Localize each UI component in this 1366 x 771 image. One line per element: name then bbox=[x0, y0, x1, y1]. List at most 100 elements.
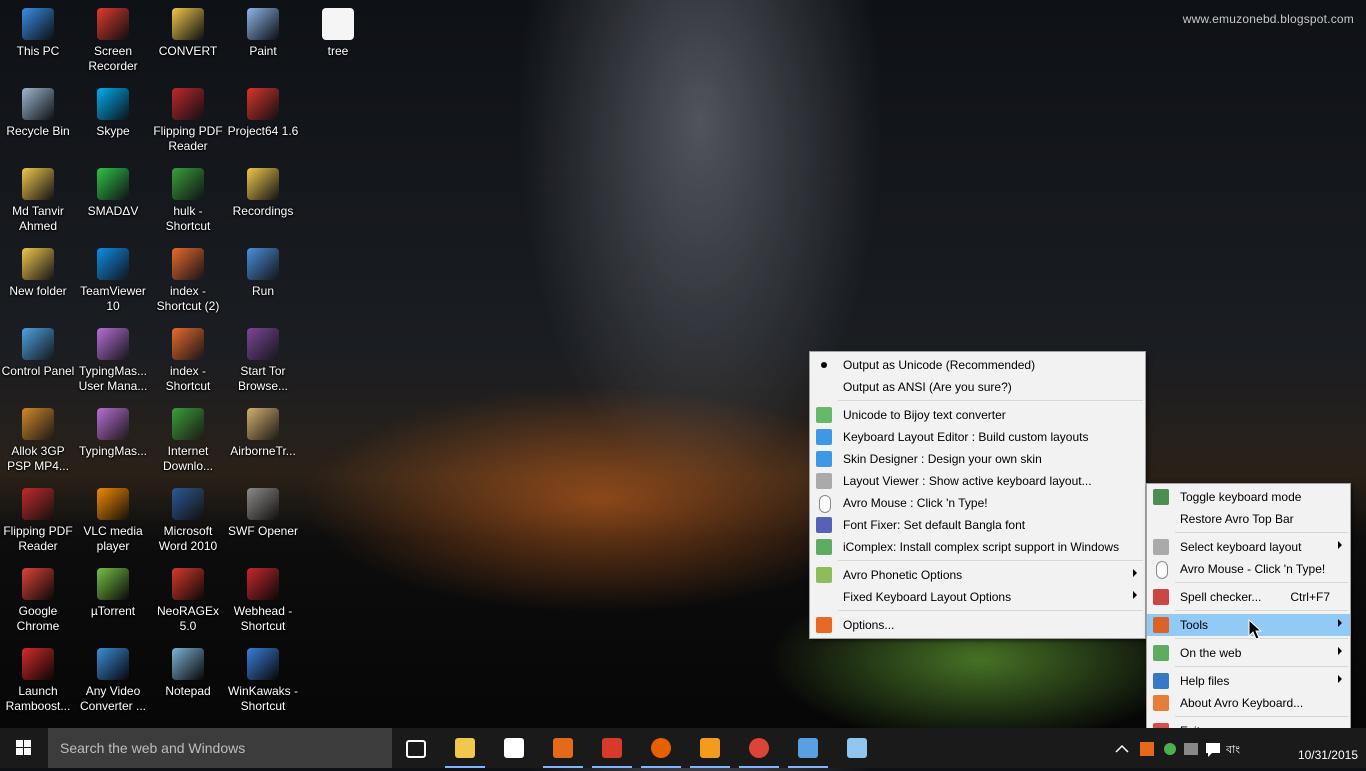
desktop-icon[interactable]: Paint bbox=[225, 2, 301, 59]
desktop-icon[interactable]: tree bbox=[300, 2, 376, 59]
tray-menu-item[interactable]: Select keyboard layout bbox=[1147, 536, 1350, 558]
main-menu-item[interactable]: Options... bbox=[810, 614, 1145, 636]
desktop-icon-label: VLC media player bbox=[83, 524, 143, 553]
desktop-icon[interactable]: Start Tor Browse... bbox=[225, 322, 301, 394]
submenu-arrow-icon bbox=[1338, 541, 1342, 549]
tray-menu-item-label: Restore Avro Top Bar bbox=[1180, 512, 1294, 526]
menu-separator bbox=[1175, 610, 1348, 611]
phonetic-icon bbox=[816, 567, 832, 583]
start-button[interactable] bbox=[0, 728, 48, 768]
taskbar-neoragex-button[interactable] bbox=[588, 728, 636, 768]
eagle-icon bbox=[247, 408, 279, 440]
desktop-icon-label: New folder bbox=[9, 284, 67, 298]
main-menu-item[interactable]: Output as Unicode (Recommended) bbox=[810, 354, 1145, 376]
system-tray: বাং 10/31/2015 bbox=[1106, 728, 1366, 768]
desktop-icon[interactable]: NeoRAGEx 5.0 bbox=[150, 562, 226, 634]
desktop-icon[interactable]: AirborneTr... bbox=[225, 402, 301, 459]
swf-icon bbox=[247, 488, 279, 520]
desktop-icon[interactable]: hulk - Shortcut bbox=[150, 162, 226, 234]
desktop-icon-label: Launch Ramboost... bbox=[5, 684, 71, 713]
desktop-icon[interactable]: index - Shortcut bbox=[150, 322, 226, 394]
desktop-icon-label: AirborneTr... bbox=[230, 444, 296, 458]
folder-icon bbox=[247, 168, 279, 200]
submenu-arrow-icon bbox=[1338, 647, 1342, 655]
desktop-icon[interactable]: Control Panel bbox=[0, 322, 76, 379]
spiderman-icon bbox=[247, 568, 279, 600]
taskbar-store-button[interactable] bbox=[490, 728, 538, 768]
record-icon bbox=[97, 8, 129, 40]
desktop-icon[interactable]: Skype bbox=[75, 82, 151, 139]
main-menu-item[interactable]: Output as ANSI (Are you sure?) bbox=[810, 376, 1145, 398]
desktop-icon[interactable]: CONVERT bbox=[150, 2, 226, 59]
desktop-icon-label: Webhead - Shortcut bbox=[233, 604, 293, 633]
main-menu-item[interactable]: Fixed Keyboard Layout Options bbox=[810, 586, 1145, 608]
desktop-icon[interactable]: Recordings bbox=[225, 162, 301, 219]
desktop-icon[interactable]: Screen Recorder bbox=[75, 2, 151, 74]
desktop-icon[interactable]: SMADΔV bbox=[75, 162, 151, 219]
taskbar-task-view-button[interactable] bbox=[392, 728, 440, 768]
game-icon bbox=[172, 168, 204, 200]
main-menu-item[interactable]: Skin Designer : Design your own skin bbox=[810, 448, 1145, 470]
tray-menu-item[interactable]: On the web bbox=[1147, 642, 1350, 664]
desktop-icon[interactable]: Flipping PDF Reader bbox=[0, 482, 76, 554]
main-menu-item[interactable]: Font Fixer: Set default Bangla font bbox=[810, 514, 1145, 536]
desktop-icon[interactable]: VLC media player bbox=[75, 482, 151, 554]
taskbar-chrome-button[interactable] bbox=[735, 728, 783, 768]
taskbar-remote-desktop-button[interactable] bbox=[784, 728, 832, 768]
desktop-icon[interactable]: index - Shortcut (2) bbox=[150, 242, 226, 314]
desktop-icon[interactable]: Google Chrome bbox=[0, 562, 76, 634]
search-box[interactable]: Search the web and Windows bbox=[48, 728, 392, 768]
tray-menu-item-label: Select keyboard layout bbox=[1180, 540, 1302, 554]
submenu-arrow-icon bbox=[1133, 591, 1137, 599]
main-menu-item[interactable]: Avro Mouse : Click 'n Type! bbox=[810, 492, 1145, 514]
menu-separator bbox=[1175, 716, 1348, 717]
tray-menu-item[interactable]: Restore Avro Top Bar bbox=[1147, 508, 1350, 530]
desktop-icon[interactable]: Flipping PDF Reader bbox=[150, 82, 226, 154]
teamviewer-icon bbox=[97, 248, 129, 280]
avro-icon bbox=[1153, 695, 1169, 711]
desktop-icon[interactable]: Internet Downlo... bbox=[150, 402, 226, 474]
main-menu-item[interactable]: Keyboard Layout Editor : Build custom la… bbox=[810, 426, 1145, 448]
windows-logo-icon bbox=[16, 740, 31, 755]
desktop-icon[interactable]: Webhead - Shortcut bbox=[225, 562, 301, 634]
desktop-icon[interactable]: Notepad bbox=[150, 642, 226, 699]
menu-separator bbox=[838, 400, 1143, 401]
desktop-icon[interactable]: Recycle Bin bbox=[0, 82, 76, 139]
tray-menu-item-label: On the web bbox=[1180, 646, 1242, 660]
taskbar-firefox-button[interactable] bbox=[637, 728, 685, 768]
main-menu-item[interactable]: iComplex: Install complex script support… bbox=[810, 536, 1145, 558]
desktop-icon[interactable]: TypingMas... bbox=[75, 402, 151, 459]
submenu-arrow-icon bbox=[1338, 675, 1342, 683]
desktop-icon-label: Control Panel bbox=[1, 364, 75, 378]
taskbar-video-app-button[interactable] bbox=[833, 728, 881, 768]
desktop-icon[interactable]: TeamViewer 10 bbox=[75, 242, 151, 314]
desktop-icon[interactable]: Run bbox=[225, 242, 301, 299]
desktop-icon[interactable]: New folder bbox=[0, 242, 76, 299]
desktop-icon[interactable]: SWF Opener bbox=[225, 482, 301, 539]
tray-menu-item[interactable]: Spell checker... Ctrl+F7 bbox=[1147, 586, 1350, 608]
tray-menu-item[interactable]: Help files bbox=[1147, 670, 1350, 692]
keyboard-icon bbox=[816, 473, 832, 489]
desktop-icon[interactable]: Md Tanvir Ahmed bbox=[0, 162, 76, 234]
clock-date[interactable]: 10/31/2015 bbox=[1298, 748, 1358, 762]
desktop-icon[interactable]: Launch Ramboost... bbox=[0, 642, 76, 714]
desktop-icon[interactable]: µTorrent bbox=[75, 562, 151, 619]
desktop-icon[interactable]: Allok 3GP PSP MP4... bbox=[0, 402, 76, 474]
desktop-icon[interactable]: This PC bbox=[0, 2, 76, 59]
main-menu-item[interactable]: Avro Phonetic Options bbox=[810, 564, 1145, 586]
main-menu-item-label: Output as Unicode (Recommended) bbox=[843, 358, 1036, 372]
taskbar-avro-keyboard-button[interactable] bbox=[539, 728, 587, 768]
main-menu-item[interactable]: Layout Viewer : Show active keyboard lay… bbox=[810, 470, 1145, 492]
tray-menu-item[interactable]: Avro Mouse - Click 'n Type! bbox=[1147, 558, 1350, 580]
desktop-icon[interactable]: Any Video Converter ... bbox=[75, 642, 151, 714]
desktop-icon[interactable]: TypingMas... User Mana... bbox=[75, 322, 151, 394]
video-converter-icon bbox=[97, 648, 129, 680]
desktop-icon[interactable]: Project64 1.6 bbox=[225, 82, 301, 139]
main-menu-item[interactable]: Unicode to Bijoy text converter bbox=[810, 404, 1145, 426]
taskbar-uc-browser-button[interactable] bbox=[686, 728, 734, 768]
desktop-icon[interactable]: WinKawaks - Shortcut bbox=[225, 642, 301, 714]
tray-menu-item[interactable]: Toggle keyboard mode bbox=[1147, 486, 1350, 508]
tray-menu-item[interactable]: About Avro Keyboard... bbox=[1147, 692, 1350, 714]
taskbar-file-explorer-button[interactable] bbox=[441, 728, 489, 768]
desktop-icon[interactable]: Microsoft Word 2010 bbox=[150, 482, 226, 554]
